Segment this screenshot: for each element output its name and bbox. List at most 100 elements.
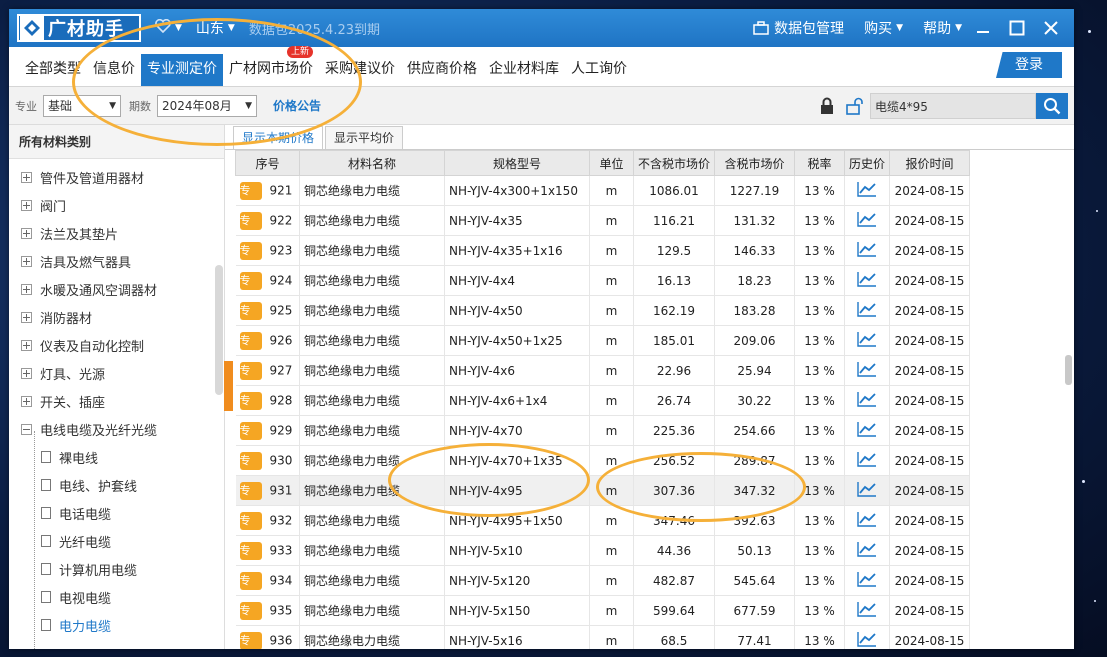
unlock-button[interactable] [844,95,866,117]
close-button[interactable] [1038,15,1064,41]
region-selector[interactable]: 山东 ▼ [196,18,235,38]
trend-chart-icon[interactable] [857,271,877,287]
history-price-cell[interactable] [844,415,890,446]
trend-chart-icon[interactable] [857,451,877,467]
period-select[interactable]: 2024年08月 ▼ [157,94,257,117]
tab-supplier-price[interactable]: 供应商价格 [401,54,483,86]
search-input[interactable]: 电缆4*95 [870,93,1036,119]
history-price-cell[interactable] [844,385,890,416]
trend-chart-icon[interactable] [857,241,877,257]
table-row[interactable]: 专 925 铜芯绝缘电力电缆 NH-YJV-4x50 m 162.19 183.28 13 %… [235,295,970,326]
history-price-cell[interactable] [844,535,890,566]
sidebar-group-item[interactable]: 法兰及其垫片 [9,219,224,247]
sidebar-leaf-item[interactable]: 裸电线 [9,443,224,471]
history-price-cell[interactable] [844,205,890,236]
major-select[interactable]: 基础 ▼ [43,94,121,117]
sidebar-scrollbar[interactable] [215,265,223,395]
history-price-cell[interactable] [844,235,890,266]
column-header[interactable]: 不含税市场价 [633,150,715,176]
sidebar-leaf-item[interactable]: 光纤电缆 [9,527,224,555]
expand-icon[interactable] [21,227,32,239]
table-row[interactable]: 专 927 铜芯绝缘电力电缆 NH-YJV-4x6 m 22.96 25.94 13 % 202… [235,355,970,386]
tab-market-price[interactable]: 广材网市场价 上新 [223,46,319,86]
trend-chart-icon[interactable] [857,391,877,407]
trend-chart-icon[interactable] [857,361,877,377]
expand-icon[interactable] [21,171,32,183]
table-row[interactable]: 专 921 铜芯绝缘电力电缆 NH-YJV-4x300+1x150 m 1086.01 12… [235,175,970,206]
history-price-cell[interactable] [844,175,890,206]
expand-icon[interactable] [21,339,32,351]
table-row[interactable]: 专 926 铜芯绝缘电力电缆 NH-YJV-4x50+1x25 m 185.01 209.0… [235,325,970,356]
table-row[interactable]: 专 923 铜芯绝缘电力电缆 NH-YJV-4x35+1x16 m 129.5 146.33… [235,235,970,266]
sidebar-group-item[interactable]: 水暖及通风空调器材 [9,275,224,303]
trend-chart-icon[interactable] [857,331,877,347]
sidebar-leaf-item[interactable]: 电线、护套线 [9,471,224,499]
trend-chart-icon[interactable] [857,571,877,587]
table-row[interactable]: 专 930 铜芯绝缘电力电缆 NH-YJV-4x70+1x35 m 256.52 289.8… [235,445,970,476]
lock-button[interactable] [816,95,838,117]
column-header[interactable]: 规格型号 [444,150,590,176]
sidebar-group-item[interactable]: 消防器材 [9,303,224,331]
column-header[interactable]: 历史价 [844,150,890,176]
sidebar-group-item[interactable]: 阀门 [9,191,224,219]
favorite-icon[interactable] [155,18,171,37]
table-row[interactable]: 专 924 铜芯绝缘电力电缆 NH-YJV-4x4 m 16.13 18.23 13 % 202… [235,265,970,296]
expand-icon[interactable] [21,255,32,267]
history-price-cell[interactable] [844,295,890,326]
tab-manual-inquiry[interactable]: 人工询价 [565,54,633,86]
trend-chart-icon[interactable] [857,601,877,617]
login-button[interactable]: 登录 [996,52,1062,78]
column-header[interactable]: 报价时间 [889,150,970,176]
expand-icon[interactable] [21,395,32,407]
trend-chart-icon[interactable] [857,181,877,197]
history-price-cell[interactable] [844,505,890,536]
tab-current-period-price[interactable]: 显示本期价格 [233,126,324,149]
table-row[interactable]: 专 935 铜芯绝缘电力电缆 NH-YJV-5x150 m 599.64 677.59 13 … [235,595,970,626]
sidebar-group-item[interactable]: 灯具、光源 [9,359,224,387]
tab-professional-price[interactable]: 专业测定价 [141,54,223,86]
history-price-cell[interactable] [844,595,890,626]
price-notice-link[interactable]: 价格公告 [273,97,321,114]
sidebar-leaf-item[interactable]: 计算机用电缆 [9,555,224,583]
trend-chart-icon[interactable] [857,541,877,557]
table-row[interactable]: 专 929 铜芯绝缘电力电缆 NH-YJV-4x70 m 225.36 254.66 13 %… [235,415,970,446]
tab-info-price[interactable]: 信息价 [87,54,141,86]
sidebar-group-item[interactable]: 开关、插座 [9,387,224,415]
history-price-cell[interactable] [844,625,890,649]
collapse-icon[interactable] [21,423,32,435]
sidebar-group-item[interactable]: 仪表及自动化控制 [9,331,224,359]
column-header[interactable]: 序号 [235,150,300,176]
minimize-button[interactable] [970,15,996,41]
buy-menu-button[interactable]: 购买 ▼ [864,18,903,38]
history-price-cell[interactable] [844,325,890,356]
tab-average-price[interactable]: 显示平均价 [325,126,404,149]
trend-chart-icon[interactable] [857,211,877,227]
expand-icon[interactable] [21,311,32,323]
column-header[interactable]: 含税市场价 [714,150,795,176]
trend-chart-icon[interactable] [857,301,877,317]
column-header[interactable]: 材料名称 [299,150,445,176]
maximize-button[interactable] [1004,15,1030,41]
trend-chart-icon[interactable] [857,511,877,527]
tab-enterprise-library[interactable]: 企业材料库 [483,54,565,86]
expand-icon[interactable] [21,367,32,379]
table-row[interactable]: 专 928 铜芯绝缘电力电缆 NH-YJV-4x6+1x4 m 26.74 30.22 13 … [235,385,970,416]
package-manage-button[interactable]: 数据包管理 [753,18,844,38]
sidebar-collapse-handle[interactable] [224,361,233,411]
help-menu-button[interactable]: 帮助 ▼ [923,18,962,38]
sidebar-group-item[interactable]: 洁具及燃气器具 [9,247,224,275]
sidebar-leaf-item[interactable]: 电视电缆 [9,583,224,611]
sidebar-leaf-item[interactable]: 电话电缆 [9,499,224,527]
history-price-cell[interactable] [844,355,890,386]
table-row[interactable]: 专 934 铜芯绝缘电力电缆 NH-YJV-5x120 m 482.87 545.64 13 … [235,565,970,596]
sidebar-leaf-item[interactable]: 电力电缆 [9,611,224,639]
table-row[interactable]: 专 936 铜芯绝缘电力电缆 NH-YJV-5x16 m 68.5 77.41 13 % 202… [235,625,970,649]
tab-all-types[interactable]: 全部类型 [19,54,87,86]
sidebar-group-item[interactable]: 管件及管道用器材 [9,163,224,191]
history-price-cell[interactable] [844,475,890,506]
table-row[interactable]: 专 922 铜芯绝缘电力电缆 NH-YJV-4x35 m 116.21 131.32 13 %… [235,205,970,236]
history-price-cell[interactable] [844,445,890,476]
table-row[interactable]: 专 933 铜芯绝缘电力电缆 NH-YJV-5x10 m 44.36 50.13 13 % 20… [235,535,970,566]
tab-purchase-suggest-price[interactable]: 采购建议价 [319,54,401,86]
search-button[interactable] [1036,93,1068,119]
